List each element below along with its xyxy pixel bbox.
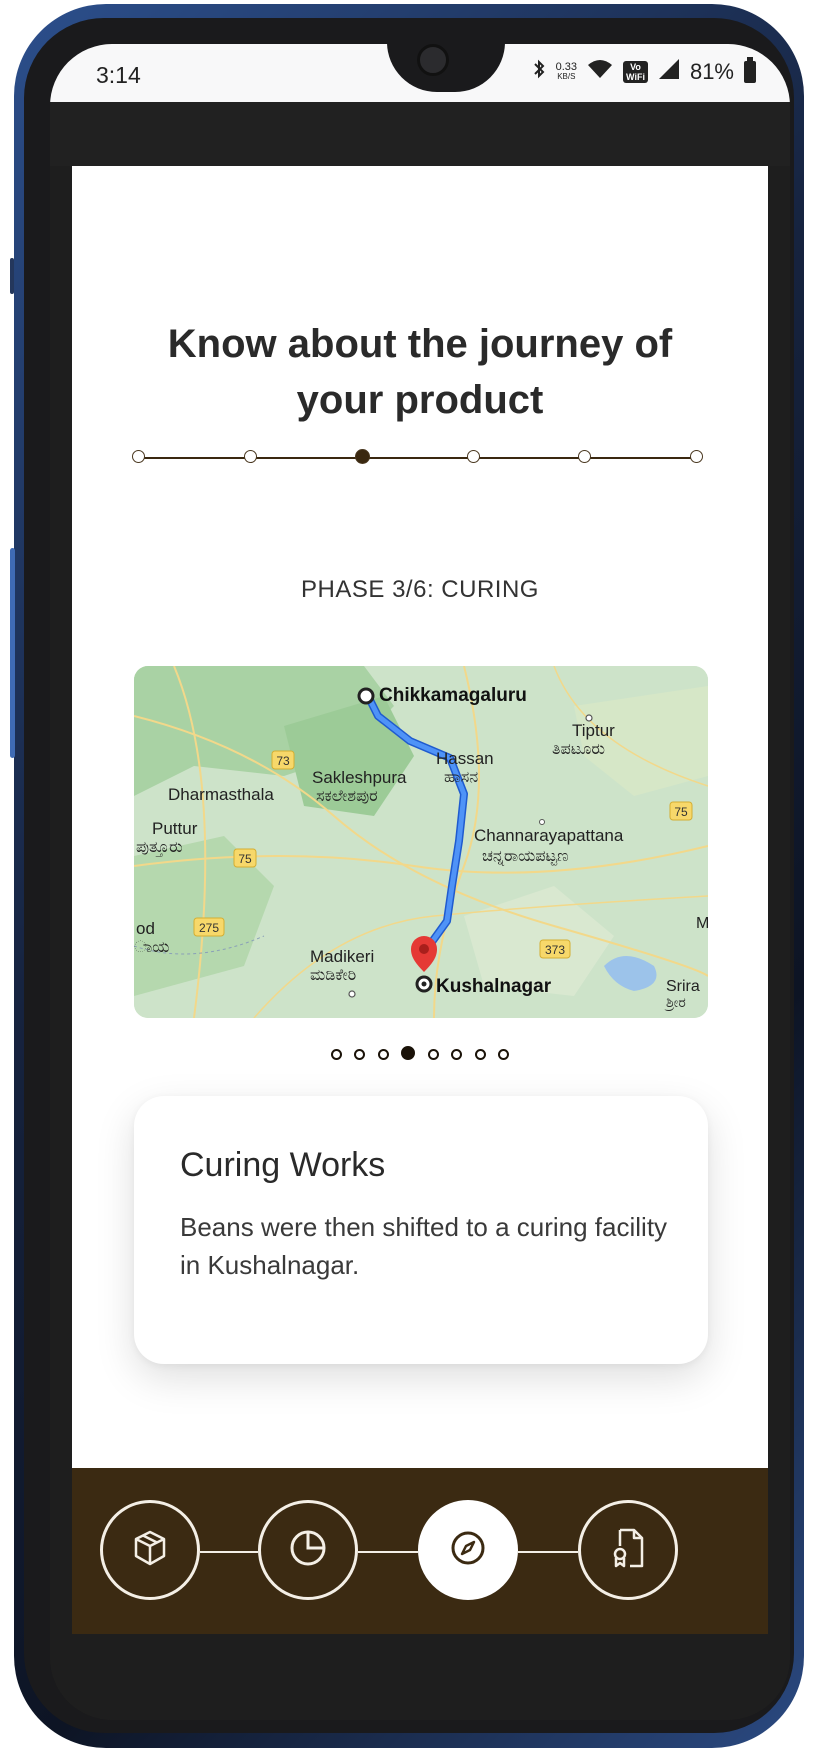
nav-button-certificate[interactable] <box>578 1500 678 1600</box>
compass-icon <box>449 1529 487 1572</box>
nav-button-product[interactable] <box>100 1500 200 1600</box>
step-dot-3-active[interactable] <box>355 449 370 464</box>
volte-label: Vo <box>630 62 641 72</box>
map-label-m: M <box>696 915 708 932</box>
map-label-hassan: Hassan <box>436 749 494 768</box>
volume-button <box>10 548 15 758</box>
step-dot-1[interactable] <box>132 450 145 463</box>
road-badge-75-west: 75 <box>238 852 252 866</box>
network-speed-value: 0.33 <box>555 61 578 73</box>
road-badge-373: 373 <box>545 943 565 957</box>
map-label-puttur-kn: ಪುತ್ತೂರು <box>136 839 183 857</box>
info-card-body: Beans were then shifted to a curing faci… <box>180 1212 668 1280</box>
map-canvas: Chikkamagaluru Kushalnagar Tiptur ತಿಪಟೂರ… <box>134 666 708 1018</box>
carousel-dot-3[interactable] <box>377 1049 389 1060</box>
map-label-od-kn: ಾಯ <box>134 939 169 956</box>
carousel-dot-2[interactable] <box>354 1049 366 1060</box>
map-label-od: od <box>136 919 155 938</box>
screen: 3:14 0.33 KB/S Vo WiFi 81% Know about th… <box>50 44 790 1720</box>
bottom-nav <box>72 1468 768 1634</box>
carousel-dot-6[interactable] <box>451 1049 463 1060</box>
route-map[interactable]: Chikkamagaluru Kushalnagar Tiptur ತಿಪಟೂರ… <box>134 666 708 1018</box>
pie-chart-icon <box>287 1527 329 1574</box>
carousel-dot-7[interactable] <box>474 1049 486 1060</box>
signal-icon <box>658 58 680 86</box>
map-label-srira-kn: ಶ್ರೀರ <box>664 994 686 1011</box>
front-camera <box>417 44 449 76</box>
step-dot-6[interactable] <box>690 450 703 463</box>
road-badge-75-east: 75 <box>674 805 688 819</box>
status-time: 3:14 <box>96 62 141 88</box>
road-badge-275: 275 <box>199 921 219 935</box>
phase-label: PHASE 3/6: CURING <box>301 576 539 603</box>
map-label-tiptur: Tiptur <box>572 721 615 740</box>
map-label-sakleshpura: Sakleshpura <box>312 768 407 787</box>
map-label-tiptur-kn: ತಿಪಟೂರು <box>552 741 605 758</box>
nav-connector-3 <box>518 1551 578 1553</box>
road-badge-73: 73 <box>276 754 290 768</box>
info-card: Curing Works Beans were then shifted to … <box>134 1096 708 1364</box>
page-title-line-1: Know about the journey of <box>167 322 673 366</box>
origin-marker <box>357 687 375 705</box>
volte-wifi-icon: Vo WiFi <box>623 61 648 83</box>
certificate-document-icon <box>608 1526 648 1575</box>
wifi-icon <box>587 59 613 85</box>
app-top-bar <box>50 102 790 166</box>
network-speed: 0.33 KB/S <box>555 61 578 82</box>
power-button <box>10 258 14 294</box>
map-label-srira: Srira <box>666 978 700 995</box>
battery-percent: 81% <box>689 59 734 84</box>
network-speed-unit: KB/S <box>557 72 576 81</box>
map-label-channarayapattana-kn: ಚನ್ನರಾಯಪಟ್ಟಣ <box>482 848 568 866</box>
carousel-dot-4-active[interactable] <box>401 1046 416 1060</box>
phase-stepper <box>132 446 718 470</box>
box-icon <box>130 1528 170 1573</box>
map-label-hassan-kn: ಹಾಸನ <box>444 769 478 786</box>
stepper-line <box>140 457 694 459</box>
carousel-dot-8[interactable] <box>498 1049 510 1060</box>
nav-connector-1 <box>200 1551 258 1553</box>
nav-button-journey[interactable] <box>418 1500 518 1600</box>
carousel-dot-1[interactable] <box>330 1049 342 1060</box>
wifi-calling-label: WiFi <box>626 72 645 82</box>
page-title-line-2: your product <box>296 378 544 422</box>
step-dot-5[interactable] <box>578 450 591 463</box>
nav-button-composition[interactable] <box>258 1500 358 1600</box>
map-label-sakleshpura-kn: ಸಕಲೇಶಪುರ <box>316 788 378 805</box>
content-card: Know about the journey of your product P… <box>72 166 768 1468</box>
map-label-origin: Chikkamagaluru <box>379 685 527 706</box>
nav-connector-2 <box>358 1551 418 1553</box>
map-label-puttur: Puttur <box>152 819 198 838</box>
info-card-title: Curing Works <box>180 1146 386 1184</box>
carousel-indicator <box>72 1046 768 1065</box>
system-nav-area <box>50 1634 790 1720</box>
status-icons: 0.33 KB/S Vo WiFi 81% <box>532 57 756 86</box>
carousel-dot-5[interactable] <box>427 1049 439 1060</box>
battery-icon <box>744 57 756 83</box>
map-label-madikeri-kn: ಮಡಿಕೇರಿ <box>310 967 356 984</box>
map-label-madikeri: Madikeri <box>310 947 374 966</box>
map-label-dharmasthala: Dharmasthala <box>168 785 274 804</box>
step-dot-4[interactable] <box>467 450 480 463</box>
map-label-destination: Kushalnagar <box>436 976 552 997</box>
step-dot-2[interactable] <box>244 450 257 463</box>
status-bar: 3:14 0.33 KB/S Vo WiFi 81% <box>50 44 790 102</box>
map-label-channarayapattana: Channarayapattana <box>474 826 624 845</box>
page-title: Know about the journey of your product <box>72 316 768 428</box>
bluetooth-icon <box>532 58 546 86</box>
